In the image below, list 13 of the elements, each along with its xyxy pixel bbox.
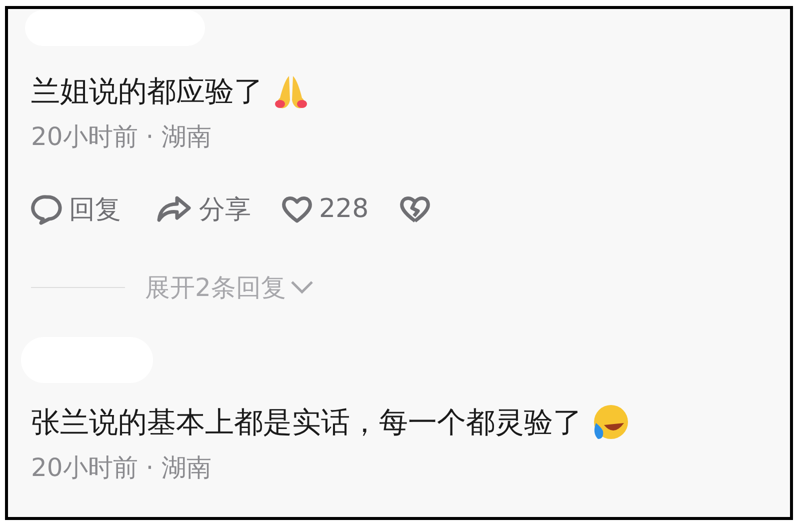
share-button[interactable]: 分享 [155, 192, 251, 226]
dislike-button[interactable] [398, 194, 431, 224]
comment-icon [31, 193, 63, 225]
like-button[interactable]: 228 [281, 194, 369, 224]
comment-text: 张兰说的基本上都是实话，每一个都灵验了 [31, 404, 582, 441]
comment-meta: 20小时前 · 湖南 [31, 121, 213, 153]
share-icon [155, 194, 193, 224]
comment-meta: 20小时前 · 湖南 [31, 452, 213, 484]
heart-icon [281, 194, 313, 224]
comment-text: 兰姐说的都应验了 [31, 73, 263, 110]
chevron-down-icon [290, 280, 314, 294]
reply-button[interactable]: 回复 [31, 192, 121, 226]
broken-heart-icon [398, 194, 431, 224]
